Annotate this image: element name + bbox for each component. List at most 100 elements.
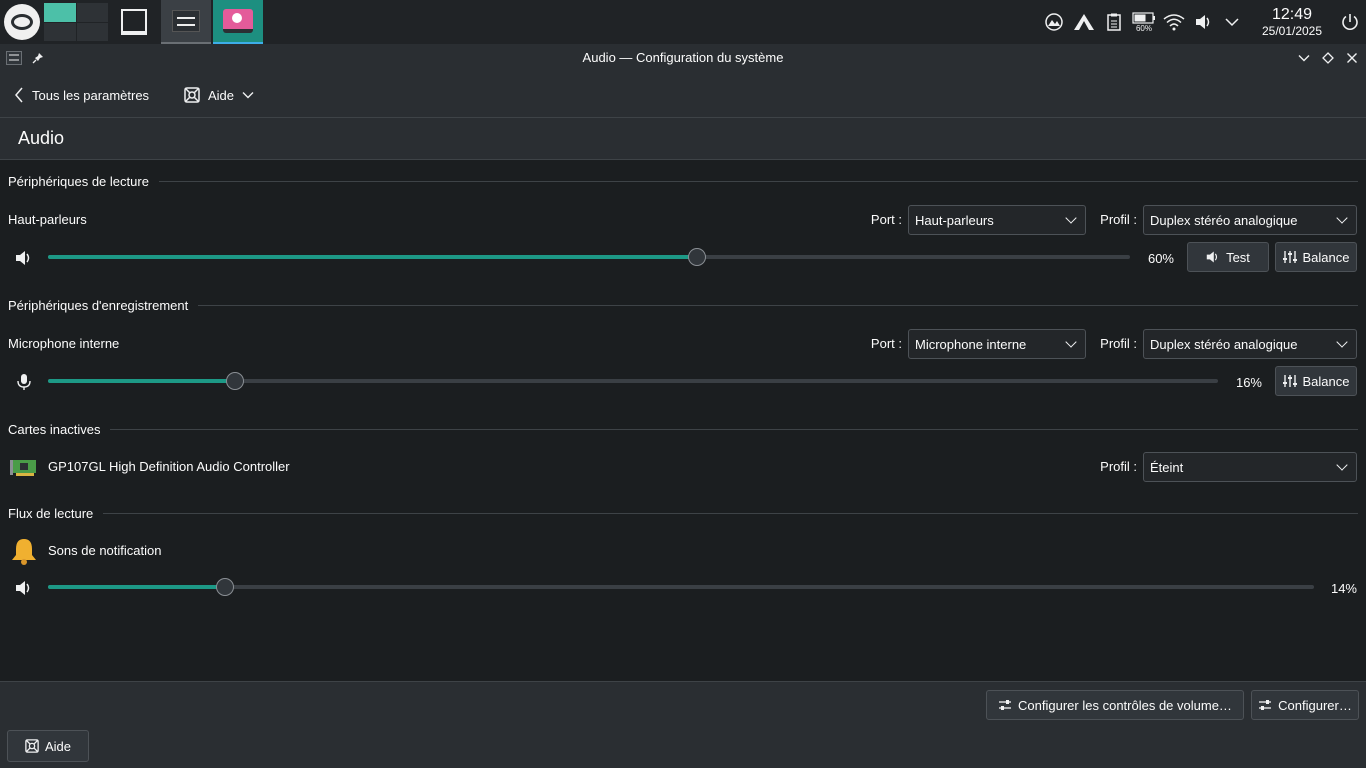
equalizer-icon xyxy=(1282,251,1297,263)
chevron-down-icon xyxy=(1065,212,1077,224)
page-title: Audio xyxy=(18,128,65,148)
balance-label: Balance xyxy=(1302,373,1350,389)
chevron-down-icon xyxy=(1336,459,1348,471)
stream-volume-percent: 14% xyxy=(1330,581,1357,596)
tray-updates-icon[interactable] xyxy=(1044,0,1064,44)
configure-button[interactable]: Configurer… xyxy=(1251,690,1359,720)
playback-section-header: Périphériques de lecture xyxy=(8,172,1358,190)
slider-track xyxy=(48,585,1314,589)
chevron-down-icon xyxy=(1336,212,1348,224)
power-icon[interactable] xyxy=(1338,0,1362,44)
playback-volume-slider[interactable] xyxy=(48,247,1130,267)
recording-volume-slider[interactable] xyxy=(48,371,1218,391)
settings-sliders-icon xyxy=(999,700,1012,710)
footer-help-label: Aide xyxy=(44,738,72,754)
microphone-mute-toggle-icon[interactable] xyxy=(15,373,33,391)
notification-bell-icon xyxy=(9,536,39,566)
speaker-test-button[interactable]: Test xyxy=(1187,242,1269,272)
recording-profile-label: Profil : xyxy=(1100,336,1137,351)
slider-handle[interactable] xyxy=(216,578,235,596)
window-titlebar: Audio — Configuration du système xyxy=(0,44,1366,72)
tray-battery[interactable]: 60% xyxy=(1130,0,1158,44)
streams-section-header: Flux de lecture xyxy=(8,504,1358,522)
stream-volume-slider[interactable] xyxy=(48,577,1314,597)
show-desktop-icon[interactable] xyxy=(121,9,147,35)
slider-handle[interactable] xyxy=(226,372,245,390)
slider-handle[interactable] xyxy=(688,248,707,266)
configure-volume-controls-button[interactable]: Configurer les contrôles de volume… xyxy=(986,690,1244,720)
configure-label: Configurer… xyxy=(1278,697,1352,713)
inactive-profile-select[interactable]: Éteint xyxy=(1143,452,1357,482)
battery-icon xyxy=(1132,11,1155,24)
recording-port-select[interactable]: Microphone interne xyxy=(908,329,1086,359)
playback-device-name: Haut-parleurs xyxy=(8,212,87,227)
slider-fill xyxy=(48,585,226,589)
configure-volume-label: Configurer les contrôles de volume… xyxy=(1018,697,1232,713)
inactive-profile-label: Profil : xyxy=(1100,459,1137,474)
balance-label: Balance xyxy=(1302,249,1350,265)
desktop-4[interactable] xyxy=(76,22,108,41)
inactive-profile-value: Éteint xyxy=(1150,459,1184,475)
help-lifebuoy-icon xyxy=(184,87,200,103)
recording-port-value: Microphone interne xyxy=(915,336,1027,352)
inactive-cards-section-header: Cartes inactives xyxy=(8,420,1358,438)
desktop-3[interactable] xyxy=(44,22,76,41)
tray-vpn-icon[interactable] xyxy=(1072,0,1096,44)
help-lifebuoy-icon xyxy=(25,739,39,753)
playback-port-label: Port : xyxy=(870,212,902,227)
desktop-2[interactable] xyxy=(76,3,108,22)
chevron-down-icon xyxy=(242,92,254,99)
page-header: Audio xyxy=(0,118,1366,160)
chevron-down-icon xyxy=(1065,336,1077,348)
streams-heading: Flux de lecture xyxy=(8,505,94,521)
minimize-icon[interactable] xyxy=(1295,49,1313,67)
test-label: Test xyxy=(1226,249,1250,265)
stream-mute-toggle-icon[interactable] xyxy=(15,579,33,597)
playback-port-select[interactable]: Haut-parleurs xyxy=(908,205,1086,235)
tray-wifi-icon[interactable] xyxy=(1162,0,1186,44)
digital-clock[interactable]: 12:49 25/01/2025 xyxy=(1254,6,1330,38)
settings-sliders-icon xyxy=(1259,700,1272,710)
tray-clipboard-icon[interactable] xyxy=(1104,0,1124,44)
app-launcher-icon[interactable] xyxy=(4,4,40,40)
back-label: Tous les paramètres xyxy=(32,87,150,103)
battery-percent: 60% xyxy=(1135,23,1152,33)
playback-port-value: Haut-parleurs xyxy=(915,212,994,228)
desktop-1[interactable] xyxy=(44,3,76,22)
speaker-mute-toggle-icon[interactable] xyxy=(15,249,33,267)
back-to-all-settings-button[interactable]: Tous les paramètres xyxy=(14,84,149,106)
virtual-desktop-pager[interactable] xyxy=(44,3,108,41)
footer-bar: Configurer les contrôles de volume… Conf… xyxy=(0,681,1366,768)
playback-balance-button[interactable]: Balance xyxy=(1275,242,1357,272)
recording-section-header: Périphériques d'enregistrement xyxy=(8,296,1358,314)
recording-volume-percent: 16% xyxy=(1235,375,1262,390)
top-panel: 60% 12:49 25/01/2025 xyxy=(0,0,1366,44)
footer-help-button[interactable]: Aide xyxy=(7,730,89,762)
sound-card-icon xyxy=(10,457,38,477)
task-system-settings[interactable] xyxy=(161,0,211,44)
playback-profile-select[interactable]: Duplex stéréo analogique xyxy=(1143,205,1357,235)
playback-volume-percent: 60% xyxy=(1147,251,1174,266)
inactive-card-name: GP107GL High Definition Audio Controller xyxy=(48,459,290,474)
recording-port-label: Port : xyxy=(870,336,902,351)
help-menu-button[interactable]: Aide xyxy=(184,84,254,106)
maximize-icon[interactable] xyxy=(1319,49,1337,67)
close-icon[interactable] xyxy=(1343,49,1361,67)
recording-heading: Périphériques d'enregistrement xyxy=(8,297,189,313)
recording-balance-button[interactable]: Balance xyxy=(1275,366,1357,396)
tray-volume-icon[interactable] xyxy=(1194,0,1214,44)
task-screenshot-app[interactable] xyxy=(213,0,263,44)
tray-expand-chevron-icon[interactable] xyxy=(1222,0,1242,44)
slider-fill xyxy=(48,379,236,383)
system-settings-icon xyxy=(172,10,200,32)
stream-name: Sons de notification xyxy=(48,543,162,558)
slider-fill xyxy=(48,255,698,259)
window-title: Audio — Configuration du système xyxy=(582,50,784,65)
clock-time: 12:49 xyxy=(1271,6,1313,23)
equalizer-icon xyxy=(1282,375,1297,387)
chevron-down-icon xyxy=(1336,336,1348,348)
playback-profile-label: Profil : xyxy=(1100,212,1137,227)
screenshot-app-icon xyxy=(223,9,253,33)
recording-profile-select[interactable]: Duplex stéréo analogique xyxy=(1143,329,1357,359)
inactive-heading: Cartes inactives xyxy=(8,421,101,437)
